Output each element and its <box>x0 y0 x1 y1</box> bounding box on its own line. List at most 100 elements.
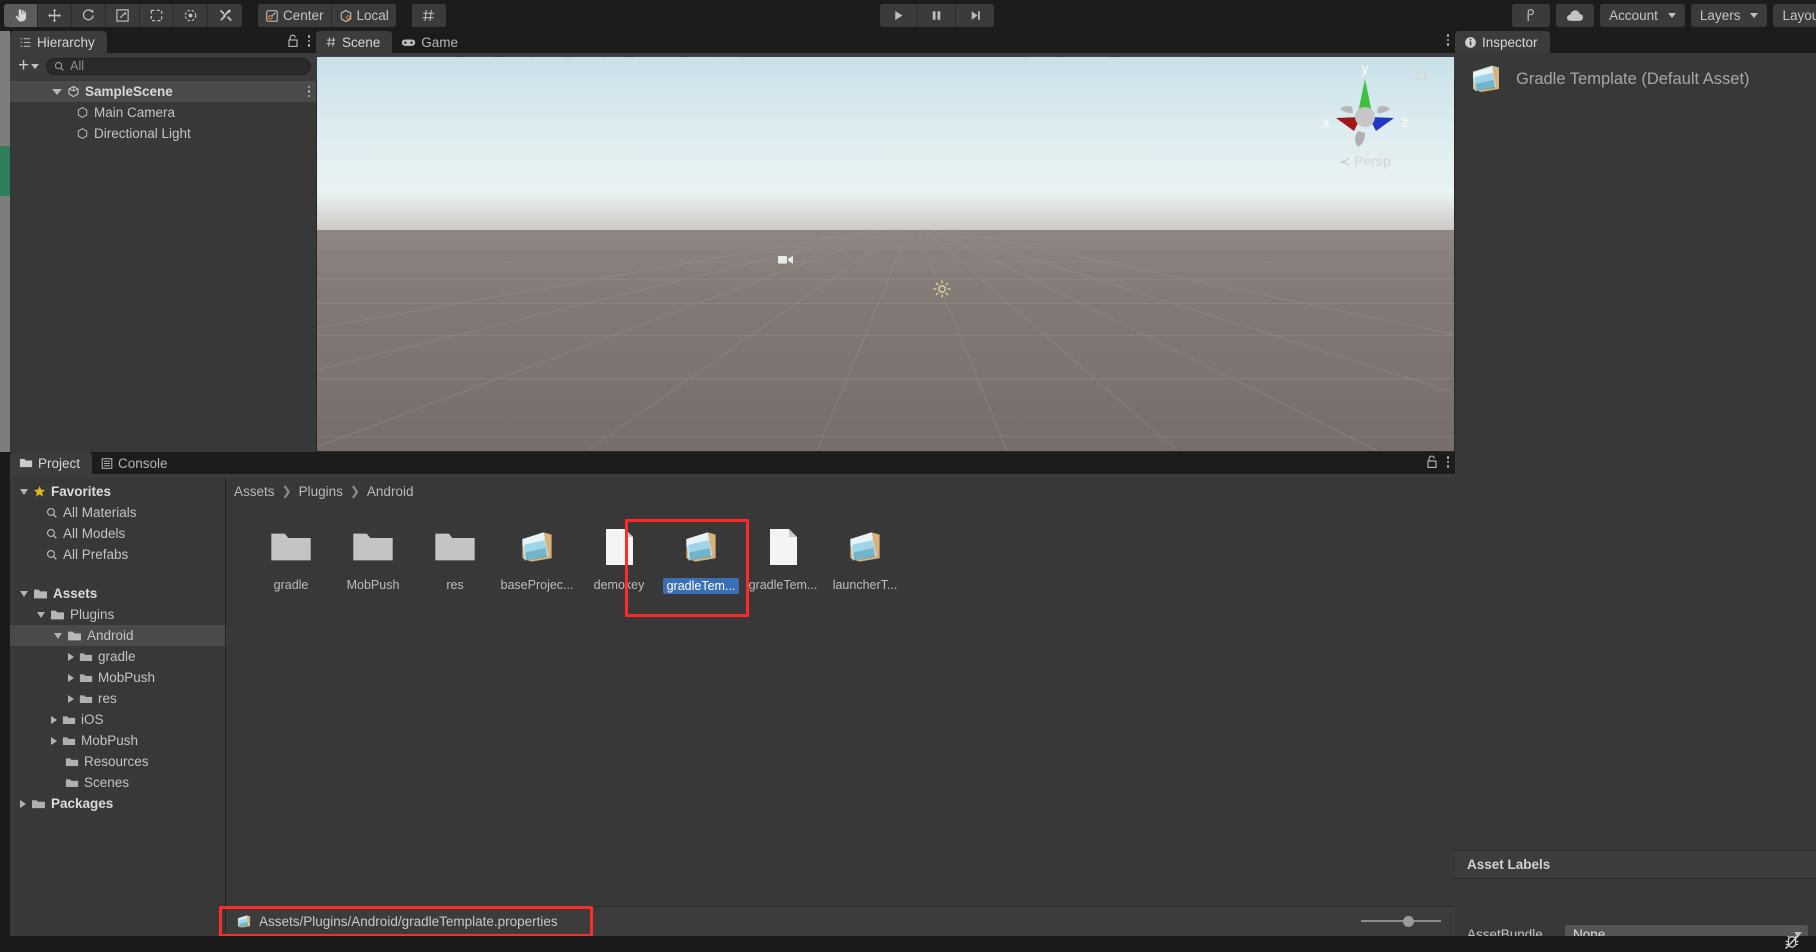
tab-game[interactable]: Game <box>392 31 470 53</box>
hierarchy-row-menu-icon[interactable] <box>307 85 310 98</box>
hierarchy-menu-icon[interactable] <box>307 35 310 47</box>
chevron-right-icon[interactable] <box>68 652 74 661</box>
custom-tool-button[interactable] <box>208 4 242 27</box>
scene-menu-icon[interactable] <box>1446 34 1449 46</box>
tree-item-packages[interactable]: Packages <box>10 793 225 814</box>
rect-tool-button[interactable] <box>140 4 174 27</box>
main-camera-gizmo[interactable] <box>777 253 795 267</box>
unlock-icon[interactable] <box>287 34 299 48</box>
asset-item-launchertemplate[interactable]: launcherT... <box>824 522 906 606</box>
chevron-down-icon[interactable] <box>54 632 62 639</box>
inspector-asset-header: Gradle Template (Default Asset) <box>1455 53 1816 95</box>
tree-item-mobpush-plugins[interactable]: MobPush <box>10 730 225 751</box>
layout-dropdown[interactable]: Layout <box>1773 4 1816 27</box>
folder-icon <box>62 736 76 745</box>
asset-item-gradletemplate-meta[interactable]: gradleTem... <box>742 522 824 606</box>
scale-tool-button[interactable] <box>106 4 140 27</box>
pivot-mode-button[interactable]: Center <box>258 4 332 27</box>
bug-disabled-icon[interactable] <box>1782 932 1802 952</box>
step-button[interactable] <box>956 4 994 27</box>
left-edge-strip-top <box>0 31 10 146</box>
layers-dropdown[interactable]: Layers <box>1690 4 1768 27</box>
layout-label: Layout <box>1782 8 1816 23</box>
rotate-tool-button[interactable] <box>72 4 106 27</box>
chevron-down-icon[interactable] <box>20 590 28 597</box>
asset-item-gradle[interactable]: gradle <box>250 522 332 606</box>
breadcrumb-item-android[interactable]: Android <box>367 484 414 499</box>
play-button[interactable] <box>880 4 918 27</box>
hand-tool-button[interactable] <box>4 4 38 27</box>
tab-scene-label: Scene <box>342 34 381 50</box>
tree-item-favorites[interactable]: Favorites <box>10 481 225 502</box>
asset-item-mobpush[interactable]: MobPush <box>332 522 414 606</box>
tree-item-res[interactable]: res <box>10 688 225 709</box>
hierarchy-item-directional-light[interactable]: Directional Light <box>10 123 316 144</box>
tree-item-assets[interactable]: Assets <box>10 583 225 604</box>
tree-item-label: Plugins <box>70 607 115 622</box>
tree-item-plugins[interactable]: Plugins <box>10 604 225 625</box>
handle-mode-button[interactable]: Local <box>331 4 396 27</box>
chevron-down-icon[interactable] <box>37 611 45 618</box>
tree-item-mobpush-android[interactable]: MobPush <box>10 667 225 688</box>
slider-knob[interactable] <box>1403 915 1414 927</box>
asset-item-demokey[interactable]: demokey <box>578 522 660 606</box>
tab-project[interactable]: Project <box>10 452 93 474</box>
tree-item-all-models[interactable]: All Models <box>10 523 225 544</box>
thumbnail-size-slider[interactable] <box>1361 915 1441 927</box>
tab-hierarchy[interactable]: Hierarchy <box>10 31 107 53</box>
toolbar-right-group: Account Layers Layout <box>1512 4 1816 27</box>
pause-button[interactable] <box>918 4 956 27</box>
scene-orientation-gizmo[interactable]: y x z ≺ Persp <box>1290 57 1440 189</box>
breadcrumb-item-assets[interactable]: Assets <box>234 484 275 499</box>
star-icon <box>33 486 46 497</box>
asset-item-res[interactable]: res <box>414 522 496 606</box>
scene-viewport[interactable]: y x z ≺ Persp <box>317 57 1454 451</box>
tree-item-gradle[interactable]: gradle <box>10 646 225 667</box>
tab-scene[interactable]: Scene <box>316 31 393 53</box>
grid-snap-icon[interactable] <box>411 4 446 27</box>
scene-ground-grid <box>317 229 1454 451</box>
inspector-tabbar: Inspector <box>1455 31 1816 53</box>
asset-icon-wrap <box>768 522 798 572</box>
collab-icon[interactable] <box>1512 4 1551 27</box>
asset-item-gradletemplate-properties[interactable]: gradleTem... <box>660 522 742 606</box>
breadcrumb-separator: ❯ <box>349 484 360 498</box>
unlock-icon[interactable] <box>1426 455 1438 469</box>
hierarchy-search-input[interactable]: All <box>46 57 311 75</box>
hierarchy-item-main-camera[interactable]: Main Camera <box>10 102 316 123</box>
tree-item-all-prefabs[interactable]: All Prefabs <box>10 544 225 565</box>
breadcrumb-item-plugins[interactable]: Plugins <box>299 484 343 499</box>
chevron-right-icon[interactable] <box>51 715 57 724</box>
chevron-down-icon <box>31 63 40 69</box>
folder-open-icon <box>68 631 81 640</box>
tab-inspector[interactable]: Inspector <box>1455 31 1550 53</box>
chevron-right-icon[interactable] <box>68 694 74 703</box>
asset-labels-label: Asset Labels <box>1467 857 1551 872</box>
hierarchy-item-samplescene[interactable]: SampleScene <box>10 81 316 102</box>
chevron-right-icon[interactable] <box>68 673 74 682</box>
tree-item-all-materials[interactable]: All Materials <box>10 502 225 523</box>
chevron-right-icon[interactable] <box>20 799 26 808</box>
tree-item-label: All Models <box>63 526 126 541</box>
directional-light-gizmo[interactable] <box>932 279 952 299</box>
chevron-down-icon[interactable] <box>20 488 28 495</box>
tree-item-android[interactable]: Android <box>10 625 225 646</box>
project-menu-icon[interactable] <box>1446 456 1449 468</box>
transform-tool-button[interactable] <box>174 4 208 27</box>
folder-open-icon <box>51 610 64 619</box>
asset-item-baseprojecttemplate[interactable]: baseProjec... <box>496 522 578 606</box>
hierarchy-add-button[interactable]: + <box>15 56 42 75</box>
asset-label: gradle <box>273 578 309 592</box>
tab-console-label: Console <box>118 455 168 471</box>
cloud-icon[interactable] <box>1556 4 1595 27</box>
tab-console[interactable]: Console <box>92 452 180 474</box>
tree-item-ios[interactable]: iOS <box>10 709 225 730</box>
chevron-right-icon[interactable] <box>51 736 57 745</box>
tree-item-resources[interactable]: Resources <box>10 751 225 772</box>
gizmo-projection-mode[interactable]: ≺ Persp <box>1290 153 1440 170</box>
move-tool-button[interactable] <box>38 4 72 27</box>
transform-tools-group <box>4 4 242 27</box>
chevron-down-icon[interactable] <box>52 88 62 95</box>
tree-item-scenes[interactable]: Scenes <box>10 772 225 793</box>
account-dropdown[interactable]: Account <box>1600 4 1685 27</box>
